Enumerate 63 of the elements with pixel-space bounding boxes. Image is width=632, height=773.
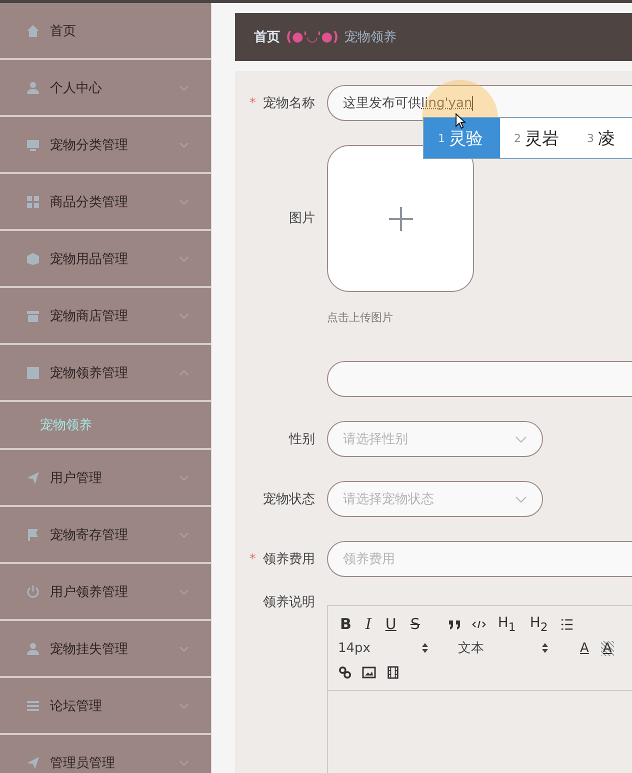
format-button[interactable]: S: [408, 615, 422, 633]
breadcrumb-current: 宠物领养: [344, 29, 397, 46]
field-label: 图片: [289, 211, 315, 226]
image-upload[interactable]: [327, 145, 474, 292]
format-button[interactable]: B: [338, 615, 354, 633]
menu-item[interactable]: 宠物分类管理: [0, 117, 211, 174]
menu-item[interactable]: 论坛管理: [0, 678, 211, 735]
grid-icon: [26, 194, 40, 208]
ime-candidate[interactable]: 3 凌: [573, 118, 629, 158]
required-mark: *: [249, 96, 256, 111]
field-label: 宠物名称: [263, 96, 315, 111]
list-icon[interactable]: [560, 618, 574, 630]
send-icon: [26, 756, 40, 770]
menu-item[interactable]: 用户领养管理: [0, 564, 211, 621]
box-icon: [26, 252, 40, 266]
size-select[interactable]: 14px: [338, 640, 428, 656]
menu-item[interactable]: 宠物商店管理: [0, 288, 211, 345]
heading-button[interactable]: H$_{2}$: [528, 614, 550, 634]
menu-item[interactable]: 管理员管理: [0, 735, 211, 773]
ime-candidate[interactable]: 2 灵岩: [500, 118, 573, 158]
monitor-icon: [26, 138, 40, 152]
updown-icon: [542, 643, 548, 653]
ime-candidate[interactable]: 1 灵验: [424, 118, 500, 158]
chevron-icon: [515, 496, 527, 502]
submenu-item[interactable]: 宠物领养: [0, 402, 211, 450]
list-icon: [26, 698, 40, 712]
background-color-button[interactable]: A: [600, 640, 614, 656]
menu-item[interactable]: 宠物领养管理: [0, 345, 211, 402]
format-button[interactable]: U: [383, 615, 398, 633]
link-icon[interactable]: [338, 666, 352, 678]
house-icon: [26, 24, 40, 38]
flag-icon: [26, 528, 40, 542]
menu-item[interactable]: 个人中心: [0, 60, 211, 117]
field-label: 领养费用: [263, 552, 315, 567]
field-label: 宠物状态: [263, 492, 315, 507]
store-icon: [26, 308, 40, 322]
video-icon[interactable]: [386, 666, 400, 678]
menu-item[interactable]: 用户管理: [0, 450, 211, 507]
breadcrumb-link[interactable]: 首页: [254, 28, 280, 46]
menu-item[interactable]: 商品分类管理: [0, 174, 211, 231]
upload-hint: 点击上传图片: [327, 310, 394, 325]
menu-item[interactable]: 宠物挂失管理: [0, 621, 211, 678]
menu-item[interactable]: 首页: [0, 3, 211, 60]
breadcrumb-separator: (●'◡'●): [286, 30, 339, 44]
send-icon: [26, 470, 40, 484]
plus-icon: [388, 206, 414, 232]
updown-icon: [422, 643, 428, 653]
input-field[interactable]: [327, 361, 632, 397]
field-label: 性别: [289, 432, 315, 447]
quote-icon[interactable]: [448, 618, 462, 630]
person-icon: [26, 80, 40, 94]
power-icon: [26, 584, 40, 598]
heading-button[interactable]: H$_{1}$: [496, 614, 518, 634]
field-label: 领养说明: [263, 595, 315, 610]
required-mark: *: [249, 552, 256, 567]
image-icon[interactable]: [362, 666, 376, 678]
chevron-icon: [515, 436, 527, 442]
font-color-button[interactable]: A: [578, 640, 591, 656]
menu-item[interactable]: 宠物用品管理: [0, 231, 211, 288]
header-select[interactable]: 文本: [458, 639, 548, 657]
format-button[interactable]: I: [363, 615, 374, 633]
person-icon: [26, 642, 40, 656]
menu-item[interactable]: 宠物寄存管理: [0, 507, 211, 564]
